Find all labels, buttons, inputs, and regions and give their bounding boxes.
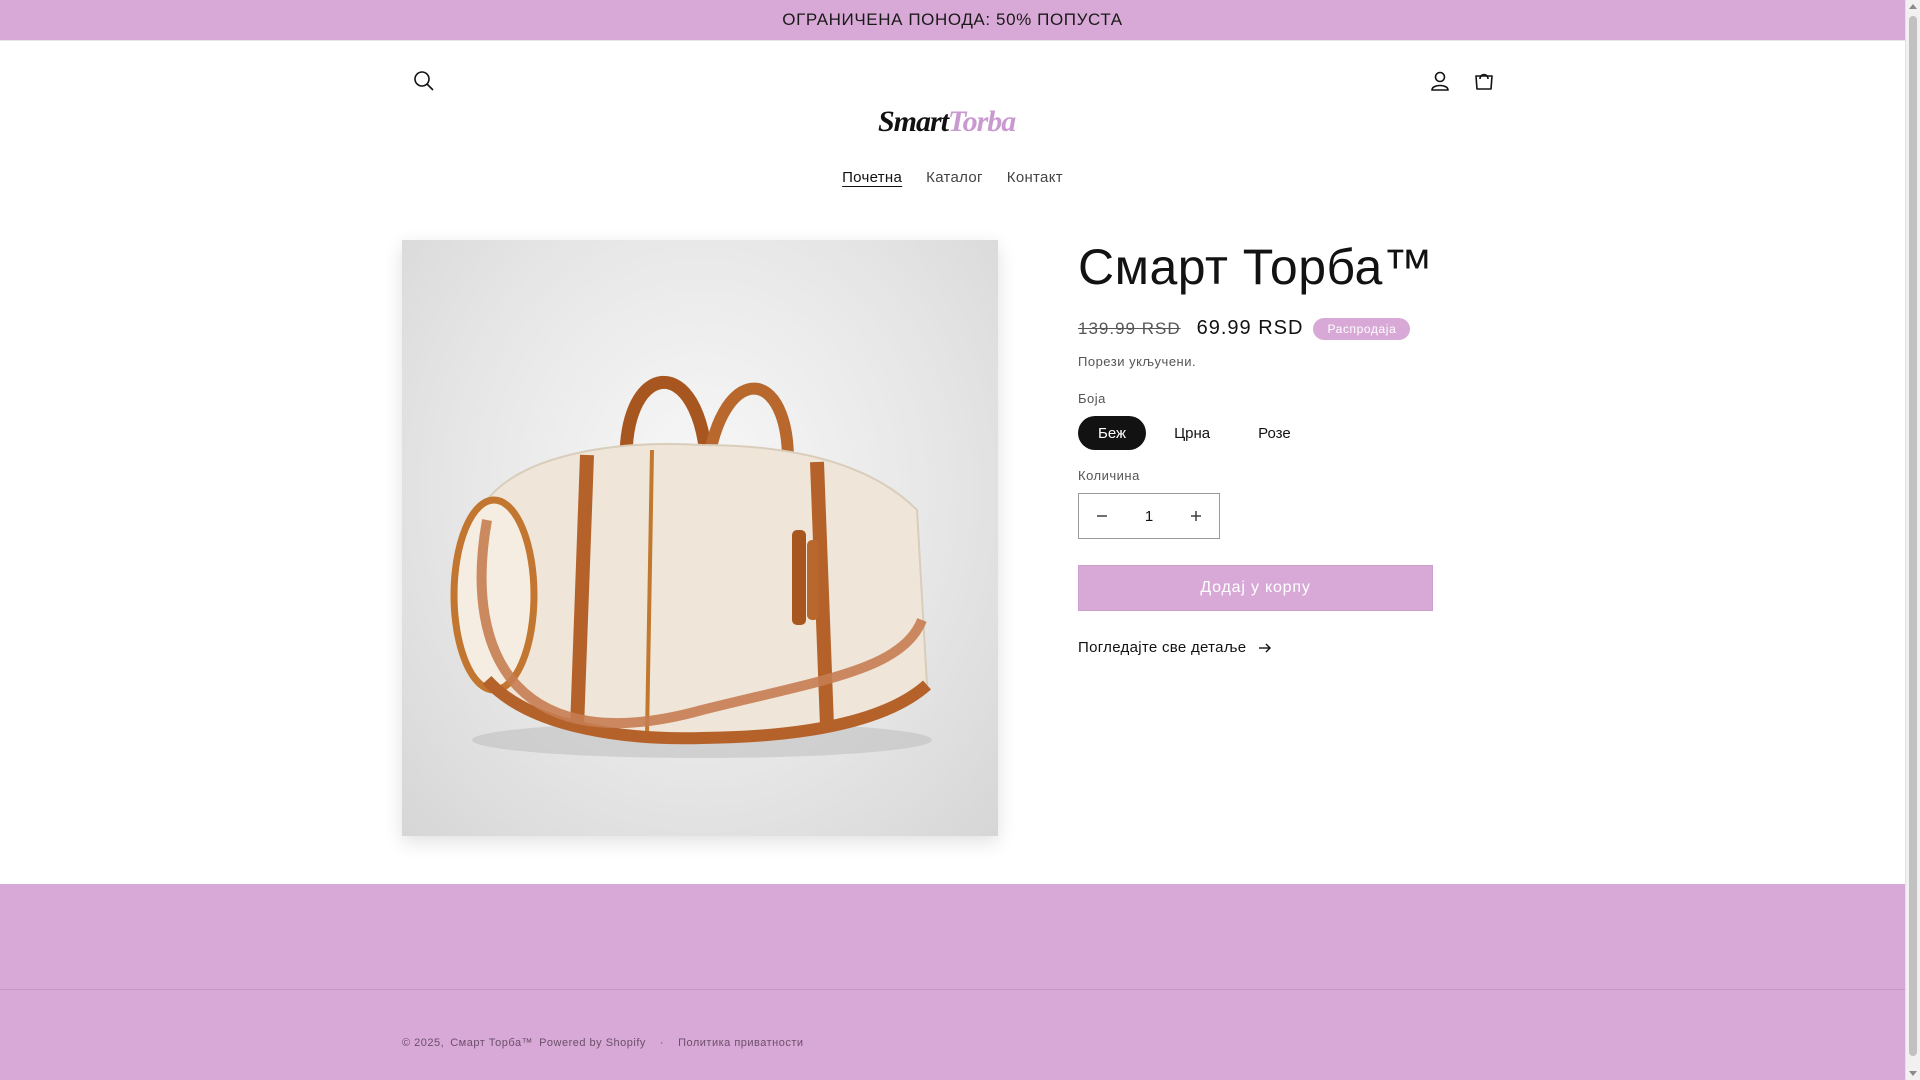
product-info: Смарт Торба™ 139.99 RSD 69.99 RSD Распро… [1078,240,1438,656]
scrollbar[interactable] [1905,0,1920,1080]
footer: © 2025, Смарт Торба™ Powered by Shopify … [0,884,1905,1080]
cart-button[interactable] [1462,59,1506,103]
page: ОГРАНИЧЕНА ПОНОДА: 50% ПОПУСТА SmartTorb… [0,0,1905,1080]
nav-item-home[interactable]: Почетна [830,169,914,186]
logo[interactable]: SmartTorba [878,105,1016,139]
main-nav: Почетна Каталог Контакт [0,169,1905,186]
quantity-decrease-button[interactable] [1079,493,1125,539]
color-option-beige[interactable]: Беж [1078,416,1147,450]
announcement-bar: ОГРАНИЧЕНА ПОНОДА: 50% ПОПУСТА [0,0,1905,40]
logo-part-1: Smart [878,105,949,138]
quantity-increase-button[interactable] [1173,493,1219,539]
price-sale: 69.99 RSD [1196,317,1304,339]
announcement-text: ОГРАНИЧЕНА ПОНОДА: 50% ПОПУСТА [782,10,1123,29]
color-option-black[interactable]: Црна [1154,416,1230,450]
account-button[interactable] [1418,59,1462,103]
quantity-label: Количина [1078,468,1140,483]
plus-icon [1191,511,1201,521]
cart-icon [1475,73,1493,90]
account-icon [1431,71,1449,91]
search-button[interactable] [402,59,446,103]
color-label: Боја [1078,391,1106,406]
logo-part-2: Torba [948,105,1016,138]
scroll-down-icon[interactable] [1909,1071,1917,1076]
copyright-text: © 2025, [402,1037,445,1049]
view-details-label: Погледајте све детаље [1078,639,1247,656]
powered-by-link[interactable]: Powered by Shopify [539,1037,646,1049]
quantity-input[interactable] [1129,507,1169,525]
price-row: 139.99 RSD 69.99 RSD Распродаја [1078,317,1438,340]
separator-dot: · [659,1037,665,1049]
scrollbar-thumb[interactable] [1909,16,1917,1056]
arrow-right-icon [1259,643,1272,652]
site-header: SmartTorba Почетна Каталог Контакт [0,40,1905,186]
privacy-policy-link[interactable]: Политика приватности [678,1037,803,1049]
minus-icon [1097,515,1107,517]
nav-item-contact[interactable]: Контакт [995,169,1075,186]
sale-badge: Распродаја [1313,317,1411,340]
nav-item-catalog[interactable]: Каталог [914,169,995,186]
color-option-pink[interactable]: Розе [1238,416,1311,450]
view-details-link[interactable]: Погледајте све детаље [1078,639,1438,656]
product-title: Смарт Торба™ [1078,239,1434,295]
store-link[interactable]: Смарт Торба™ [450,1037,533,1049]
scroll-up-icon[interactable] [1909,4,1917,9]
footer-divider [0,989,1905,990]
product-image[interactable] [402,240,998,836]
duffel-bag-image [450,375,932,758]
add-to-cart-button[interactable]: Додај у корпу [1078,565,1433,611]
price-regular: 139.99 RSD [1078,318,1181,338]
tax-note: Порези укључени. [1078,354,1197,369]
footer-copyright: © 2025, Смарт Торба™ Powered by Shopify … [402,1037,804,1049]
color-options: Беж Црна Розе [1078,416,1438,450]
search-icon [414,71,434,91]
quantity-stepper [1078,493,1220,539]
